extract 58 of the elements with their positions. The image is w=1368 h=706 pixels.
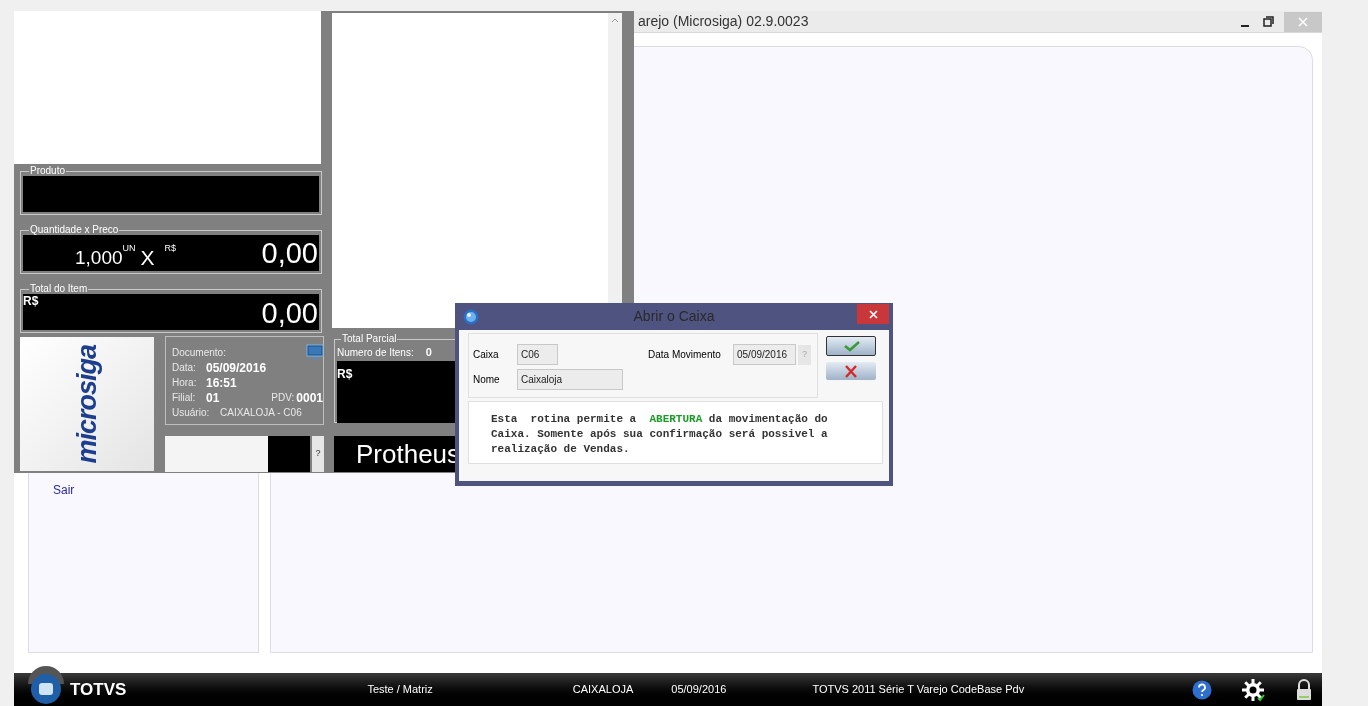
info-value: 16:51 [206, 374, 237, 392]
price-value: 0,00 [261, 237, 318, 269]
check-icon [843, 340, 861, 352]
total-value: 0,00 [261, 296, 318, 330]
date-field[interactable]: 05/09/2016 [733, 344, 796, 365]
minimize-icon [1241, 24, 1249, 27]
input-field[interactable]: Caixaloja [517, 369, 623, 390]
info-value: CAIXALOJA - C06 [220, 406, 302, 420]
cross-icon [844, 364, 858, 378]
close-button[interactable] [857, 304, 889, 324]
input-field[interactable] [165, 436, 310, 472]
help-button[interactable]: ? [312, 436, 324, 472]
field-label: Caixa [473, 348, 500, 362]
dialog-title: Abrir o Caixa [633, 307, 715, 326]
brand-text: Protheus [356, 437, 461, 471]
group-label: Quantidade x Preco [29, 225, 120, 235]
logo-text: microsiga [70, 344, 103, 464]
info-value: 05/09/2016 [206, 359, 267, 377]
message-text: Esta rotina permite a ABERTURA da movimentação do Caixa. Somente após sua confirmação será possivel a realização de Vendas. [491, 412, 829, 457]
settings-icon[interactable] [1242, 677, 1266, 702]
info-label: Hora: [172, 376, 198, 390]
info-value: 01 [206, 389, 220, 407]
items-count-value: 0 [425, 345, 432, 360]
currency-label: R$ [23, 294, 39, 308]
info-label: Documento: [172, 346, 226, 360]
help-icon[interactable] [1192, 679, 1212, 700]
confirm-button[interactable] [826, 336, 876, 356]
close-icon [868, 309, 878, 319]
field-label: Data Movimento [648, 348, 722, 362]
quantity-value: 1,000 [75, 247, 123, 269]
info-value: 0001 [296, 389, 323, 407]
group-label: Total Parcial [341, 334, 398, 344]
info-label: Data: [172, 361, 197, 375]
status-text: CAIXALOJA [572, 682, 634, 698]
menu-link[interactable]: Sair [53, 481, 258, 499]
field-label: Nome [473, 373, 501, 387]
monitor-icon [306, 344, 324, 360]
cancel-button[interactable] [826, 362, 876, 380]
input-field[interactable]: C06 [517, 344, 558, 365]
status-text: Teste / Matriz [367, 682, 433, 698]
currency-label: R$ [164, 241, 177, 255]
group-label: Produto [29, 166, 67, 176]
status-text: 05/09/2016 [671, 682, 727, 698]
items-count-label: Numero de Itens: [337, 345, 414, 360]
currency-label: R$ [337, 366, 353, 381]
lock-icon[interactable] [1296, 678, 1312, 701]
info-label: Usuário: [172, 406, 211, 420]
unit-label: UN [122, 241, 136, 253]
globe-icon [463, 309, 479, 325]
info-label: PDV: [271, 391, 295, 405]
close-icon [1298, 16, 1308, 27]
restore-icon [1262, 16, 1274, 27]
window-title: arejo (Microsiga) 02.9.0023 [638, 12, 809, 31]
info-label: Filial: [172, 391, 197, 405]
times-sign: X [140, 247, 155, 269]
brand-logo-text: TOTVS [70, 678, 127, 701]
group-label: Total do Item [29, 284, 89, 294]
status-text: TOTVS 2011 Série T Varejo CodeBase Pdv [812, 682, 1025, 698]
